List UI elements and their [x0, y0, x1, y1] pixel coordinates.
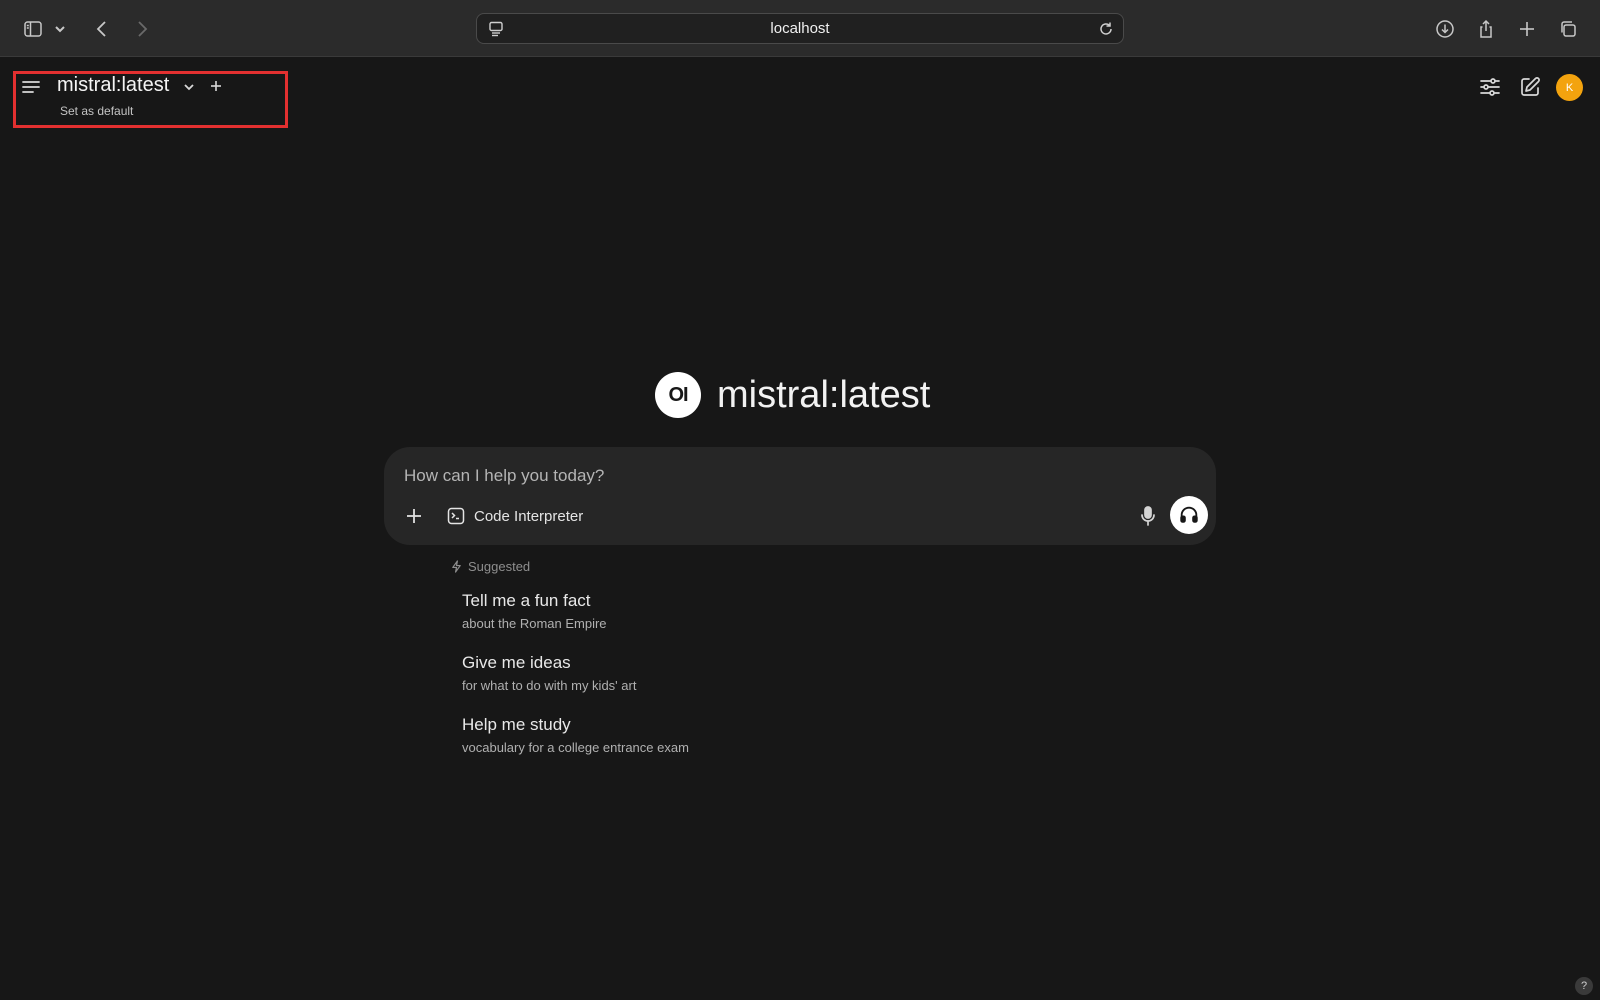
add-model-icon[interactable]	[208, 78, 224, 94]
model-selector[interactable]: mistral:latest	[57, 74, 169, 97]
lightning-icon	[452, 560, 461, 573]
suggestion-item[interactable]: Give me ideas for what to do with my kid…	[462, 653, 636, 693]
new-tab-icon[interactable]	[1512, 14, 1542, 44]
set-as-default-link[interactable]: Set as default	[60, 104, 133, 118]
help-button[interactable]: ?	[1575, 977, 1593, 995]
model-hero: OI mistral:latest	[655, 370, 930, 420]
user-avatar[interactable]: K	[1556, 74, 1583, 101]
suggested-label: Suggested	[468, 559, 531, 574]
tab-overview-icon[interactable]	[1553, 14, 1583, 44]
menu-icon[interactable]	[20, 76, 42, 98]
suggestion-subtitle: for what to do with my kids' art	[462, 678, 637, 693]
downloads-icon[interactable]	[1430, 14, 1460, 44]
suggestion-subtitle: about the Roman Empire	[462, 616, 607, 631]
voice-mode-button[interactable]	[1170, 496, 1208, 534]
terminal-icon	[447, 507, 465, 525]
microphone-icon[interactable]	[1136, 504, 1160, 528]
suggestion-item[interactable]: Help me study vocabulary for a college e…	[462, 715, 689, 755]
tab-group-chevron-icon[interactable]	[50, 14, 70, 44]
controls-sliders-icon[interactable]	[1478, 75, 1502, 99]
browser-toolbar: localhost	[0, 0, 1600, 57]
share-icon[interactable]	[1471, 14, 1501, 44]
suggestion-title: Help me study	[462, 715, 571, 734]
reload-icon[interactable]	[1097, 20, 1115, 38]
code-interpreter-button[interactable]: Code Interpreter	[446, 502, 583, 530]
suggested-header: Suggested	[450, 559, 530, 574]
chevron-down-icon[interactable]	[182, 80, 196, 94]
suggestion-title: Give me ideas	[462, 653, 571, 672]
headphones-icon	[1180, 506, 1198, 523]
hero-model-title: mistral:latest	[717, 373, 931, 416]
message-input[interactable]	[404, 464, 1104, 488]
page-settings-icon[interactable]	[487, 20, 505, 38]
suggestion-title: Tell me a fun fact	[462, 591, 591, 610]
new-chat-pencil-icon[interactable]	[1518, 75, 1542, 99]
model-logo: OI	[655, 372, 701, 418]
sidebar-toggle-icon[interactable]	[18, 14, 48, 44]
url-text: localhost	[770, 20, 830, 37]
suggestion-item[interactable]: Tell me a fun fact about the Roman Empir…	[462, 591, 607, 631]
message-composer: Code Interpreter	[384, 447, 1216, 545]
forward-icon[interactable]	[127, 14, 157, 44]
back-icon[interactable]	[87, 14, 117, 44]
address-bar[interactable]: localhost	[476, 13, 1124, 44]
attach-plus-icon[interactable]	[402, 504, 426, 528]
suggestion-subtitle: vocabulary for a college entrance exam	[462, 740, 689, 755]
code-interpreter-label: Code Interpreter	[474, 507, 584, 525]
